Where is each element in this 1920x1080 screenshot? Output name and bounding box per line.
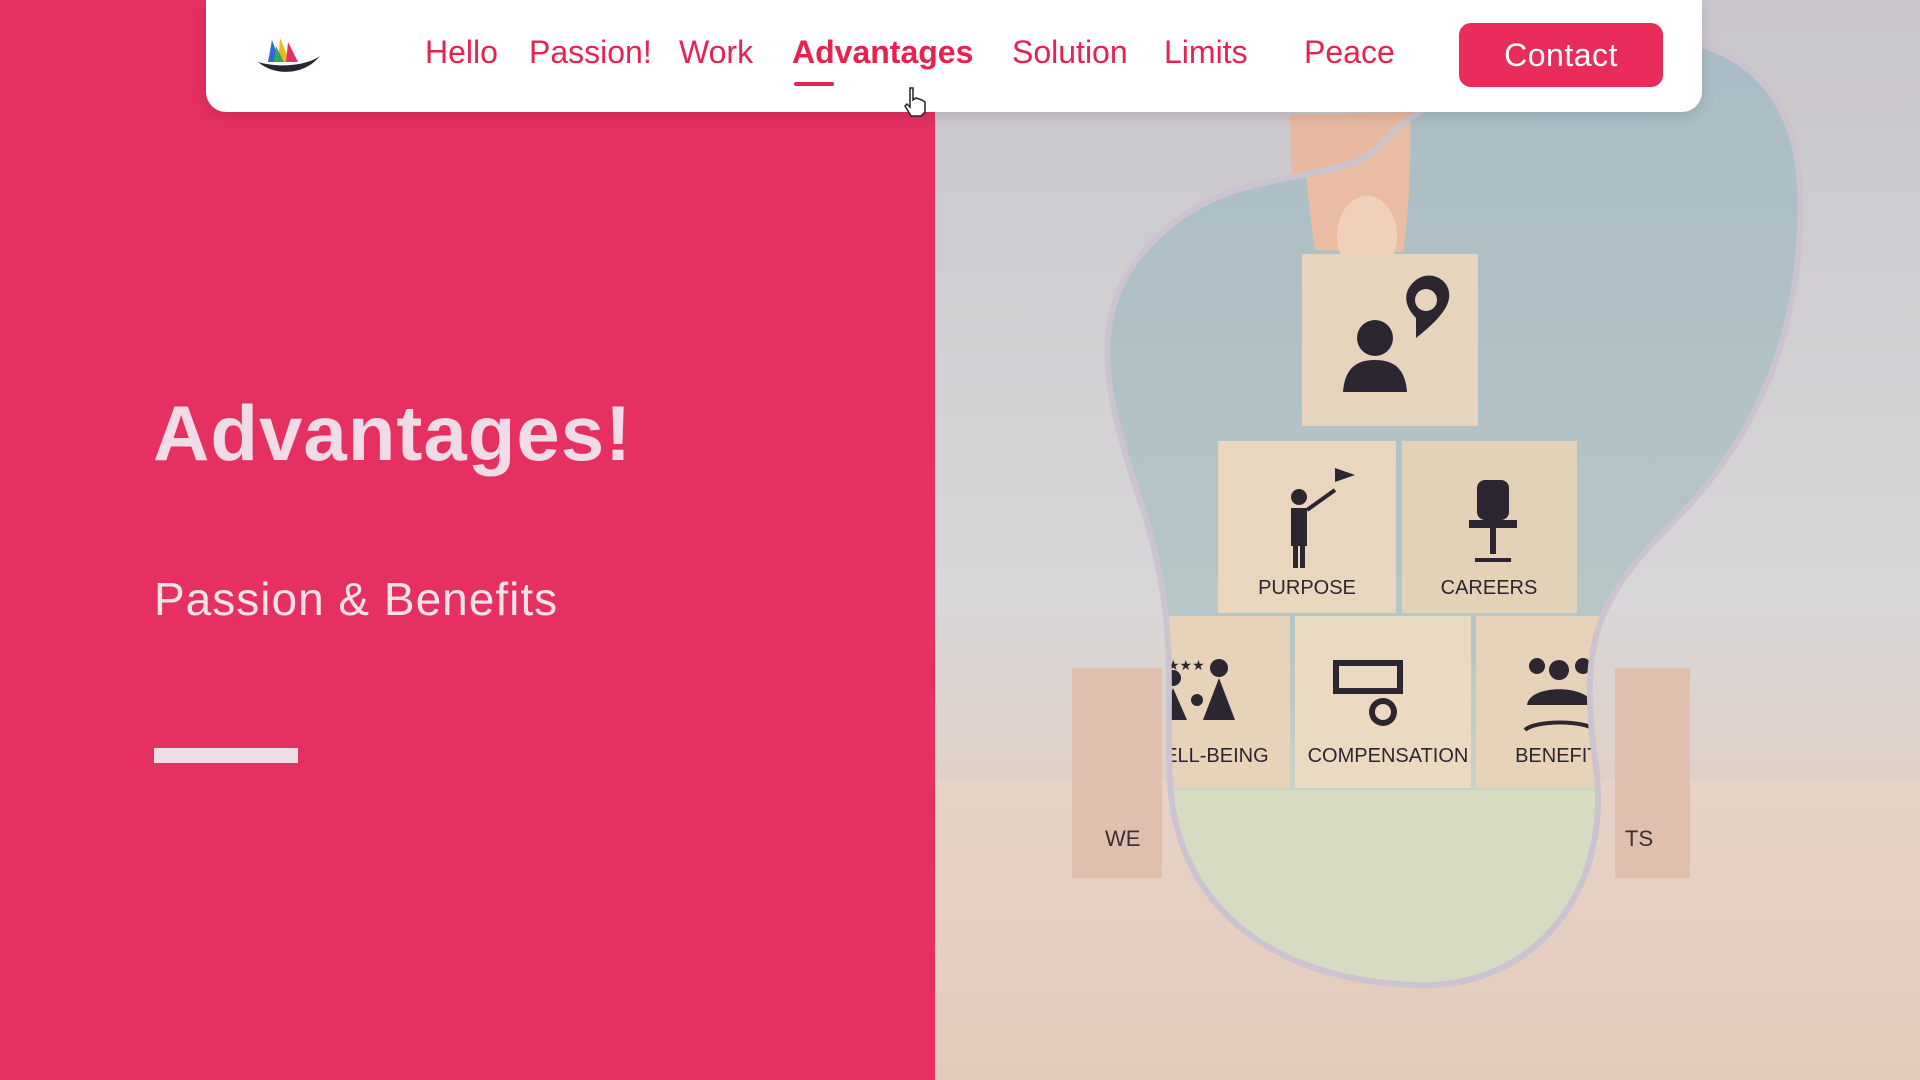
hero-divider-bar: [154, 748, 298, 763]
background-block-right: TS: [1615, 668, 1690, 878]
blocks-illustration: WE TS PURPOSE CAREERS ★★★ WELL-BEING COM…: [1072, 34, 1804, 989]
svg-text:★★★: ★★★: [1167, 658, 1205, 674]
partial-label-left: WE: [1105, 826, 1140, 851]
hero-image: WE TS PURPOSE CAREERS ★★★ WELL-BEING COM…: [935, 0, 1920, 1080]
nav-item-solution[interactable]: Solution: [1012, 34, 1128, 71]
nav-active-indicator: [794, 82, 834, 86]
block-label-well-being: WELL-BEING: [1145, 745, 1268, 767]
nav-item-work[interactable]: Work: [679, 34, 753, 71]
logo-icon[interactable]: [254, 32, 324, 78]
partial-label-right: TS: [1625, 826, 1653, 851]
block-label-careers: CAREERS: [1441, 577, 1538, 599]
hero-left-panel: Advantages! Passion & Benefits: [0, 0, 935, 1080]
hand-cursor-icon: [904, 87, 926, 117]
contact-button[interactable]: Contact: [1459, 23, 1663, 87]
block-label-compensation: COMPENSATION: [1308, 745, 1469, 767]
nav-item-peace[interactable]: Peace: [1304, 34, 1395, 71]
hero-subtitle: Passion & Benefits: [154, 573, 559, 625]
nav-item-advantages[interactable]: Advantages: [792, 34, 973, 71]
blob-window: PURPOSE CAREERS ★★★ WELL-BEING COMPENSAT…: [1107, 37, 1801, 986]
hero-title: Advantages!: [153, 389, 633, 477]
nav-item-passion[interactable]: Passion!: [529, 34, 652, 71]
nav-item-hello[interactable]: Hello: [425, 34, 498, 71]
top-navbar: Hello Passion! Work Advantages Solution …: [206, 0, 1702, 112]
background-block-left: WE: [1072, 668, 1162, 878]
block-label-purpose: PURPOSE: [1258, 577, 1356, 599]
nav-item-limits[interactable]: Limits: [1164, 34, 1248, 71]
